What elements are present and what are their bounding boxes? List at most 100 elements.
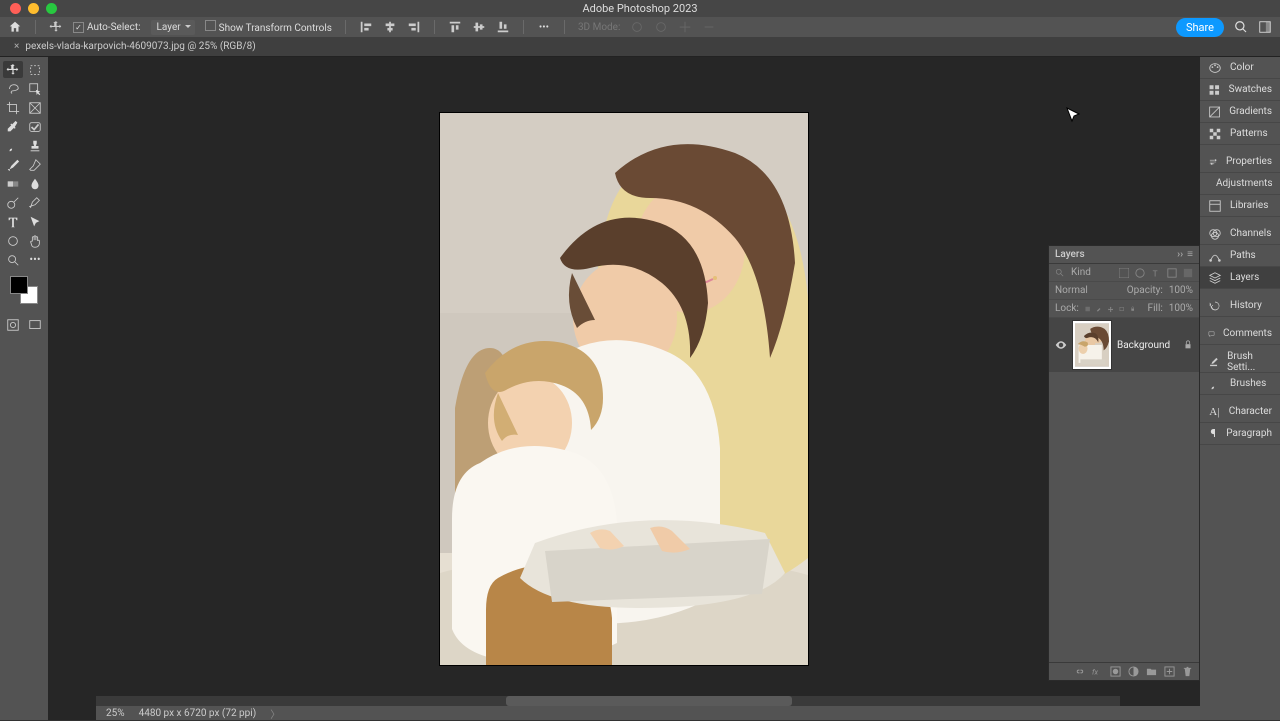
crop-tool[interactable] [3, 99, 23, 116]
type-tool[interactable] [3, 213, 23, 230]
search-icon[interactable] [1234, 20, 1248, 34]
history-brush-tool[interactable] [3, 156, 23, 173]
status-bar: 25% 4480 px x 6720 px (72 ppi) 〉 [96, 706, 1200, 720]
align-bottom-icon[interactable] [496, 20, 510, 34]
lock-nest-icon[interactable] [1119, 304, 1124, 314]
tab-close-icon[interactable]: × [14, 41, 19, 52]
layer-background[interactable]: Background [1049, 318, 1199, 372]
document-tab[interactable]: pexels-vlada-karpovich-4609073.jpg @ 25%… [25, 41, 255, 52]
panel-tab-swatches[interactable]: Swatches [1200, 79, 1280, 101]
gradient-tool[interactable] [3, 175, 23, 192]
zoom-tool[interactable] [3, 251, 23, 268]
auto-select-dropdown[interactable]: Layer [151, 20, 195, 35]
panel-tab-properties[interactable]: Properties [1200, 151, 1280, 173]
panel-tab-patterns[interactable]: Patterns [1200, 123, 1280, 145]
layer-thumbnail[interactable] [1073, 321, 1111, 369]
blend-mode-dropdown[interactable]: Normal [1055, 285, 1088, 296]
more-options-icon[interactable]: ••• [537, 20, 551, 34]
filter-type-icon[interactable]: T [1151, 268, 1161, 278]
show-transform-checkbox[interactable]: Show Transform Controls [205, 20, 332, 34]
filter-smart-icon[interactable] [1183, 268, 1193, 278]
panel-tab-color[interactable]: Color [1200, 57, 1280, 79]
search-icon[interactable] [1055, 268, 1065, 278]
trash-icon[interactable] [1182, 666, 1193, 677]
pen-tool[interactable] [25, 194, 45, 211]
link-layers-icon[interactable] [1074, 666, 1085, 677]
lock-icon[interactable] [1183, 340, 1193, 350]
stamp-tool[interactable] [25, 137, 45, 154]
shape-tool[interactable] [3, 232, 23, 249]
edit-toolbar-icon[interactable]: ••• [25, 251, 45, 268]
visibility-icon[interactable] [1055, 339, 1067, 351]
healing-tool[interactable] [25, 118, 45, 135]
quickmask-icon[interactable] [3, 316, 23, 333]
share-button[interactable]: Share [1176, 18, 1224, 37]
layer-name[interactable]: Background [1117, 340, 1177, 351]
hand-tool[interactable] [25, 232, 45, 249]
workspace-icon[interactable] [1258, 20, 1272, 34]
layers-panel[interactable]: Layers ››≡ T Normal Opacity: 100% Lock: [1048, 245, 1200, 681]
align-left-icon[interactable] [359, 20, 373, 34]
auto-select-checkbox[interactable]: ✓Auto-Select: [73, 22, 141, 33]
close-icon[interactable] [10, 3, 21, 14]
lock-pixels-icon[interactable] [1085, 304, 1090, 314]
mask-icon[interactable] [1110, 666, 1121, 677]
panel-tab-channels[interactable]: Channels [1200, 223, 1280, 245]
align-center-v-icon[interactable] [472, 20, 486, 34]
artboard-tool[interactable] [25, 61, 45, 78]
kind-filter[interactable] [1071, 267, 1101, 278]
maximize-icon[interactable] [46, 3, 57, 14]
lasso-tool[interactable] [3, 80, 23, 97]
filter-image-icon[interactable] [1119, 268, 1129, 278]
dodge-tool[interactable] [3, 194, 23, 211]
eyedropper-tool[interactable] [3, 118, 23, 135]
fx-icon[interactable]: fx [1092, 666, 1103, 677]
panel-tab-libraries[interactable]: Libraries [1200, 195, 1280, 217]
3d-roll-icon [654, 20, 668, 34]
align-center-h-icon[interactable] [383, 20, 397, 34]
adjustment-icon[interactable] [1128, 666, 1139, 677]
panel-tab-gradients[interactable]: Gradients [1200, 101, 1280, 123]
opacity-value[interactable]: 100% [1169, 285, 1193, 296]
screenmode-icon[interactable] [25, 316, 45, 333]
lock-brush-icon[interactable] [1096, 304, 1101, 314]
panel-tab-brush-setti-[interactable]: Brush Setti... [1200, 351, 1280, 373]
brush-tool[interactable] [3, 137, 23, 154]
panel-tab-paths[interactable]: Paths [1200, 245, 1280, 267]
minimize-icon[interactable] [28, 3, 39, 14]
collapse-icon[interactable]: ›› [1177, 249, 1183, 260]
window-controls [10, 3, 57, 14]
align-top-icon[interactable] [448, 20, 462, 34]
fill-value[interactable]: 100% [1169, 303, 1193, 314]
panel-tab-layers[interactable]: Layers [1200, 267, 1280, 289]
path-select-tool[interactable] [25, 213, 45, 230]
panel-tab-adjustments[interactable]: Adjustments [1200, 173, 1280, 195]
h-scrollbar[interactable] [96, 696, 1120, 706]
panel-tab-paragraph[interactable]: ¶Paragraph [1200, 423, 1280, 445]
move-tool[interactable] [3, 61, 23, 78]
eraser-tool[interactable] [25, 156, 45, 173]
zoom-level[interactable]: 25% [106, 708, 125, 719]
home-icon[interactable] [8, 20, 22, 34]
panel-tab-character[interactable]: A|Character [1200, 401, 1280, 423]
filter-adjust-icon[interactable] [1135, 268, 1145, 278]
panel-menu-icon[interactable]: ≡ [1187, 249, 1193, 260]
color-swatches[interactable] [10, 276, 38, 304]
group-icon[interactable] [1146, 666, 1157, 677]
object-select-tool[interactable] [25, 80, 45, 97]
lock-position-icon[interactable] [1108, 304, 1113, 314]
filter-shape-icon[interactable] [1167, 268, 1177, 278]
blur-tool[interactable] [25, 175, 45, 192]
frame-tool[interactable] [25, 99, 45, 116]
new-layer-icon[interactable] [1164, 666, 1175, 677]
canvas-area[interactable]: 25% 4480 px x 6720 px (72 ppi) 〉 [48, 57, 1200, 720]
panel-tab-history[interactable]: History [1200, 295, 1280, 317]
align-right-icon[interactable] [407, 20, 421, 34]
panel-tab-comments[interactable]: Comments [1200, 323, 1280, 345]
panel-tab-brushes[interactable]: Brushes [1200, 373, 1280, 395]
lock-all-icon[interactable] [1130, 304, 1135, 314]
foreground-color-swatch[interactable] [10, 276, 28, 294]
document-canvas[interactable] [440, 113, 808, 665]
title-bar: Adobe Photoshop 2023 [0, 0, 1280, 17]
status-more-icon[interactable]: 〉 [270, 706, 280, 721]
